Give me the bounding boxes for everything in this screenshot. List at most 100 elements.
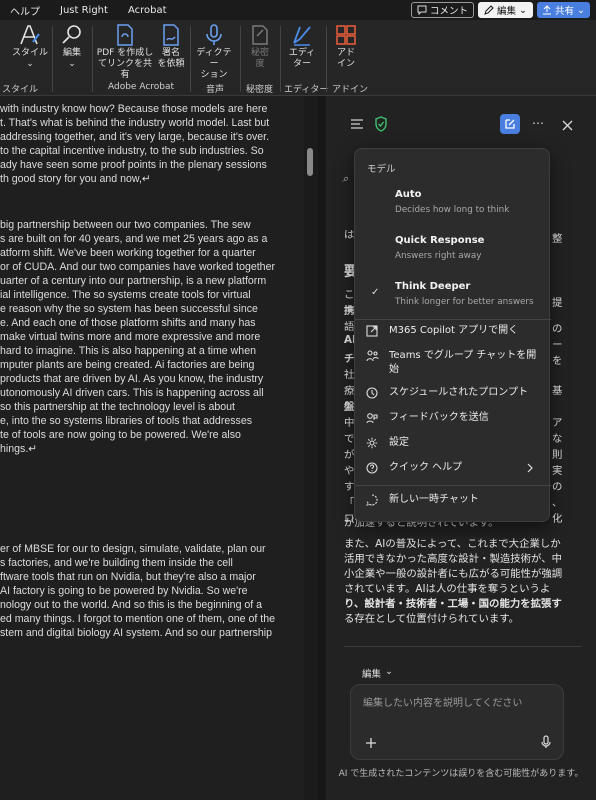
- document-canvas[interactable]: with industry know how? Because those mo…: [0, 96, 304, 800]
- dictate-button[interactable]: ディクテー ション: [194, 22, 234, 81]
- copilot-options-menu: モデル Auto Decides how long to think Quick…: [354, 148, 551, 522]
- response-fragment-char: 盤: [344, 401, 355, 413]
- composer-placeholder[interactable]: 編集したい内容を説明してください: [363, 697, 523, 711]
- gear-icon: [366, 437, 378, 449]
- response-fragment-char: ア: [552, 417, 563, 429]
- prompt-composer[interactable]: 編集したい内容を説明してください: [350, 684, 564, 760]
- menu-separator: [355, 485, 551, 486]
- ai-disclaimer: AI で生成されたコンテンツは誤りを含む可能性があります。: [338, 769, 584, 779]
- menu-item-label: 新しい一時チャット: [389, 494, 479, 505]
- sign-label-2: を依頼: [157, 59, 185, 69]
- chevron-down-icon: ⌄: [519, 4, 528, 16]
- document-line: to the capital incentive industry, to th…: [0, 145, 264, 157]
- group-style-label: スタイル: [2, 85, 39, 95]
- more-options-icon[interactable]: ⋯: [532, 116, 544, 130]
- model-option-quick-response[interactable]: Quick Response Answers right away: [395, 235, 545, 261]
- comment-button[interactable]: コメント: [411, 2, 475, 18]
- menu-item-open-app[interactable]: M365 Copilot アプリで開く: [355, 324, 551, 338]
- copy-icon[interactable]: ⌕: [342, 172, 348, 186]
- new-chat-button[interactable]: [500, 114, 520, 134]
- feedback-icon: [366, 413, 378, 424]
- document-line: ady have seen some proof points in the p…: [0, 159, 267, 171]
- response-paragraph-2-line-1: また、AIの普及によって、これまで大企業しか: [344, 538, 561, 550]
- ribbon-separator: [326, 26, 327, 92]
- document-line: e reason why the so system has been succ…: [0, 303, 258, 315]
- copilot-header: ⋯: [326, 96, 596, 156]
- editor-button[interactable]: エディ ター: [284, 22, 320, 70]
- response-fragment-char: 則: [552, 449, 563, 461]
- menu-item-quick-help[interactable]: クイック ヘルプ: [355, 461, 551, 475]
- menu-icon[interactable]: [350, 118, 364, 130]
- pdf-share-button[interactable]: PDF を作成し てリンクを共有: [96, 22, 154, 81]
- menu-item-scheduled-prompts[interactable]: スケジュールされたプロンプト: [355, 386, 551, 400]
- shield-check-icon: [375, 116, 387, 132]
- group-editor-label: エディター: [284, 85, 329, 95]
- document-line: big partnership between our two companie…: [0, 219, 251, 231]
- microphone-icon[interactable]: [541, 735, 551, 749]
- edit-mode-button[interactable]: 編集 ⌄: [478, 2, 534, 18]
- chevron-down-icon: ⌄: [68, 59, 76, 69]
- ribbon-separator: [280, 26, 281, 92]
- addins-button[interactable]: アド イン: [330, 22, 362, 70]
- menu-item-temporary-chat[interactable]: 新しい一時チャット: [355, 493, 551, 507]
- editing-button[interactable]: 編集 ⌄: [56, 22, 88, 70]
- document-line: s are built on for 40 years, and we met …: [0, 233, 268, 245]
- document-scrollbar[interactable]: [304, 96, 318, 800]
- clock-icon: [366, 387, 378, 399]
- ribbon-separator: [240, 26, 241, 92]
- document-line: s factories, and we're building them ins…: [0, 557, 233, 569]
- model-option-description: Answers right away: [395, 251, 482, 261]
- request-signature-button[interactable]: 署名 を依頼: [156, 22, 186, 70]
- editor-label-2: ター: [292, 59, 311, 69]
- pane-splitter[interactable]: [318, 96, 326, 800]
- menu-item-settings[interactable]: 設定: [355, 436, 551, 450]
- document-line: products that are driven by AI. As you k…: [0, 373, 264, 385]
- menu-just-right[interactable]: Just Right: [50, 5, 118, 16]
- response-fragment-char: チ: [344, 353, 355, 365]
- response-fragment-char: の: [552, 481, 563, 493]
- document-line: te of tools are now going to be powered.…: [0, 429, 241, 441]
- response-fragment-char: の: [552, 323, 563, 335]
- sensitivity-button[interactable]: 秘密 度: [244, 22, 276, 70]
- menu-item-teams-chat[interactable]: Teams でグループ チャットを開始: [355, 349, 551, 377]
- group-sensitivity-label: 秘密度: [246, 85, 274, 95]
- model-option-auto[interactable]: Auto Decides how long to think: [395, 189, 545, 215]
- close-icon[interactable]: [562, 120, 573, 131]
- model-option-think-deeper[interactable]: Think Deeper Think longer for better ans…: [395, 281, 545, 307]
- document-line: stem and digital biology AI system. And …: [0, 627, 273, 639]
- response-fragment-char: を: [552, 355, 563, 367]
- menu-help[interactable]: ヘルプ: [0, 3, 50, 18]
- response-fragment-char: は: [344, 229, 355, 241]
- response-divider: [344, 646, 582, 647]
- temporary-chat-icon: [366, 494, 378, 506]
- ribbon-separator: [92, 26, 93, 92]
- response-paragraph-2-line-5: り、設計者・技術者・工場・国の能力を拡張す: [344, 598, 562, 610]
- document-line: uarter of a century into our partnership…: [0, 275, 267, 287]
- chevron-down-icon: ⌄: [577, 4, 585, 16]
- document-scrollbar-thumb[interactable]: [307, 148, 313, 176]
- add-icon[interactable]: [365, 737, 377, 749]
- response-fragment-char: が: [344, 449, 355, 461]
- open-app-icon: [366, 325, 378, 337]
- menu-item-label: スケジュールされたプロンプト: [389, 387, 528, 398]
- document-line: nology out to the world. And so this is …: [0, 599, 263, 611]
- menu-acrobat[interactable]: Acrobat: [118, 5, 177, 16]
- response-fragment-char: 実: [552, 465, 563, 477]
- edit-mode-dropdown[interactable]: 編集 ⌄: [362, 666, 393, 680]
- model-option-title: Think Deeper: [395, 281, 471, 292]
- document-line: mputer plants are being created. Ai fact…: [0, 359, 255, 371]
- help-icon: [366, 462, 378, 474]
- styles-button[interactable]: スタイル ⌄: [12, 22, 48, 70]
- share-button[interactable]: 共有 ⌄: [537, 2, 590, 18]
- response-fragment-char: 、: [552, 497, 563, 509]
- menu-item-feedback[interactable]: フィードバックを送信: [355, 411, 551, 425]
- response-fragment-char: 中: [344, 417, 355, 429]
- response-fragment-char: 療: [344, 385, 355, 397]
- menu-separator: [355, 319, 551, 320]
- response-paragraph-2-line-3: 小企業や一般の設計者にも広がる可能性が強調: [344, 568, 563, 580]
- addins-label-1: アド: [336, 48, 355, 58]
- menu-item-label: 設定: [389, 437, 409, 448]
- document-line: hings.↵: [0, 443, 38, 455]
- chevron-down-icon: ⌄: [385, 666, 393, 677]
- response-fragment-char: 語: [344, 321, 355, 333]
